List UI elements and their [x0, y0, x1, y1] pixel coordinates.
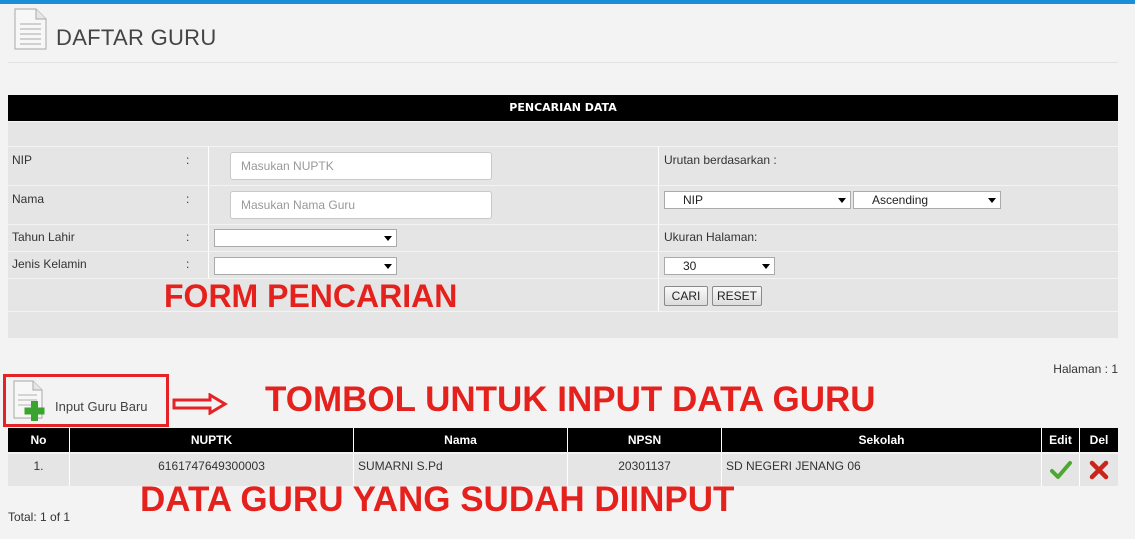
chevron-down-icon: [384, 236, 392, 241]
column-header-no: No: [8, 428, 70, 452]
title-divider: [8, 62, 1118, 63]
column-header-nuptk: NUPTK: [70, 428, 354, 452]
urutan-order-select[interactable]: Ascending: [853, 191, 1001, 209]
arrow-right-icon: [172, 393, 228, 415]
ukuran-select[interactable]: 30: [664, 257, 775, 275]
urutan-field-select[interactable]: NIP: [664, 191, 851, 209]
jenis-kelamin-colon: :: [186, 257, 190, 271]
nama-colon: :: [186, 192, 190, 206]
column-header-npsn: NPSN: [568, 428, 722, 452]
search-footer-row: [8, 312, 1118, 338]
total-count: Total: 1 of 1: [8, 510, 71, 524]
tahun-lahir-colon: :: [186, 230, 190, 244]
tahun-lahir-select[interactable]: [214, 229, 397, 247]
chevron-down-icon: [838, 198, 846, 203]
nama-row: Nama : NIP Ascending: [8, 186, 1118, 224]
search-spacer-row: [8, 122, 1118, 146]
tahun-lahir-row: Tahun Lahir : Ukuran Halaman:: [8, 225, 1118, 251]
column-header-nama: Nama: [354, 428, 568, 452]
jenis-kelamin-label: Jenis Kelamin: [12, 257, 87, 271]
document-icon: [14, 8, 47, 50]
check-icon[interactable]: [1050, 460, 1072, 480]
table-header-row: No NUPTK Nama NPSN Sekolah Edit Del: [8, 428, 1118, 452]
cell-del: [1080, 454, 1118, 486]
cell-no: 1.: [8, 454, 70, 486]
reset-button[interactable]: RESET: [712, 286, 762, 306]
x-icon[interactable]: [1089, 460, 1109, 480]
halaman-indicator: Halaman : 1: [1053, 362, 1118, 376]
nama-input[interactable]: [230, 191, 492, 219]
annotation-input-button: TOMBOL UNTUK INPUT DATA GURU: [265, 380, 876, 419]
ukuran-label: Ukuran Halaman:: [664, 230, 758, 244]
chevron-down-icon: [384, 264, 392, 269]
column-header-del: Del: [1089, 433, 1109, 447]
search-panel: PENCARIAN DATA NIP : Urutan berdasarkan …: [8, 95, 1118, 338]
search-header: PENCARIAN DATA: [8, 95, 1118, 121]
ukuran-value: 30: [683, 259, 697, 273]
column-header-edit: Edit: [1042, 428, 1080, 452]
nama-label: Nama: [12, 192, 45, 206]
cell-edit: [1042, 454, 1080, 486]
jenis-kelamin-row: Jenis Kelamin : 30: [8, 252, 1118, 278]
top-accent-bar: [0, 0, 1135, 4]
document-add-icon: [13, 380, 45, 421]
cari-button[interactable]: CARI: [664, 286, 708, 306]
jenis-kelamin-select[interactable]: [214, 257, 397, 275]
nip-input[interactable]: [230, 152, 492, 180]
urutan-label: Urutan berdasarkan :: [664, 153, 777, 167]
urutan-field-value: NIP: [683, 193, 704, 207]
urutan-order-value: Ascending: [872, 193, 929, 207]
nip-colon: :: [186, 153, 190, 167]
chevron-down-icon: [988, 198, 996, 203]
annotation-data: DATA GURU YANG SUDAH DIINPUT: [140, 480, 735, 519]
nip-row: NIP : Urutan berdasarkan :: [8, 147, 1118, 185]
page-title: DAFTAR GURU: [56, 25, 217, 50]
input-guru-baru-button[interactable]: Input Guru Baru: [11, 380, 161, 422]
cell-sekolah: SD NEGERI JENANG 06: [722, 454, 1042, 486]
column-header-sekolah: Sekolah: [722, 428, 1042, 452]
nip-label: NIP: [12, 153, 33, 167]
input-guru-baru-label: Input Guru Baru: [55, 399, 148, 414]
annotation-form: FORM PENCARIAN: [164, 278, 458, 314]
chevron-down-icon: [762, 264, 770, 269]
tahun-lahir-label: Tahun Lahir: [12, 230, 75, 244]
